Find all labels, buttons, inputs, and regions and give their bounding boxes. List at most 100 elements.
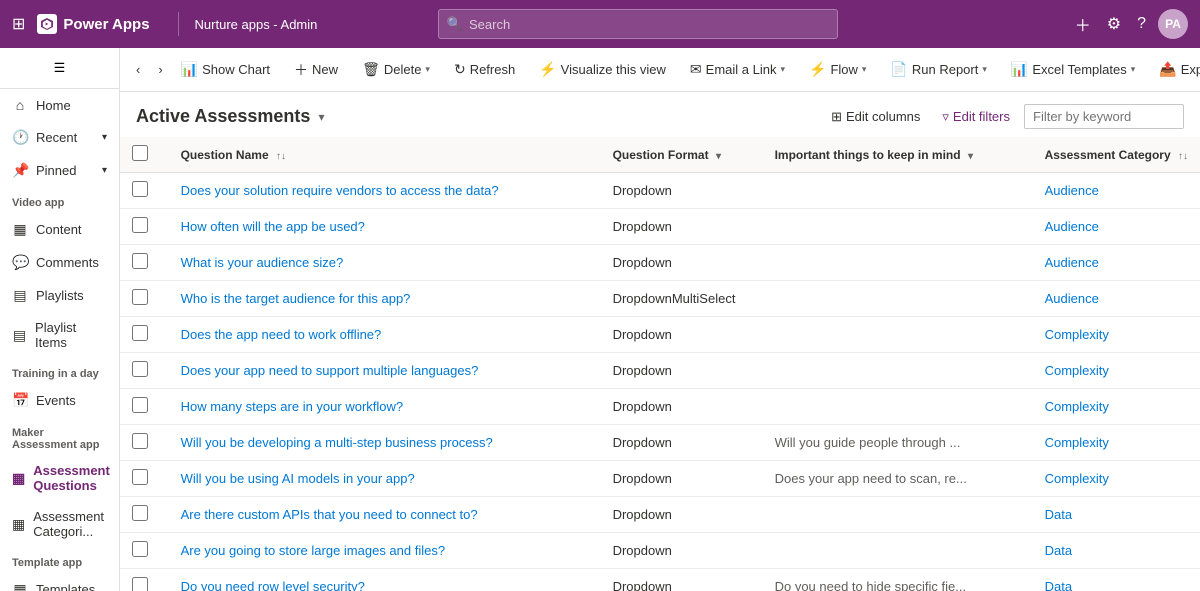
sidebar-item-assessment-questions[interactable]: ▦ Assessment Questions xyxy=(0,455,119,501)
add-icon-button[interactable]: ＋ xyxy=(1071,8,1095,40)
row-checkbox[interactable] xyxy=(132,541,148,557)
row-checkbox[interactable] xyxy=(132,217,148,233)
row-checkbox[interactable] xyxy=(132,181,148,197)
cell-assessment-category[interactable]: Audience xyxy=(1033,173,1200,209)
column-header-assessment-category[interactable]: Assessment Category ↑↓ xyxy=(1033,137,1200,173)
row-checkbox-cell[interactable] xyxy=(120,353,169,389)
cell-question-format: Dropdown xyxy=(601,569,763,591)
waffle-icon[interactable]: ⊞ xyxy=(12,14,25,34)
view-title-chevron-icon[interactable]: ▾ xyxy=(318,110,324,124)
forward-button[interactable]: › xyxy=(150,56,170,83)
cell-assessment-category[interactable]: Audience xyxy=(1033,209,1200,245)
edit-columns-button[interactable]: ⊞ Edit columns xyxy=(823,105,928,129)
refresh-button[interactable]: ↻ Refresh xyxy=(446,55,523,84)
cell-question-name[interactable]: How many steps are in your workflow? xyxy=(169,389,601,425)
cell-question-name[interactable]: Are you going to store large images and … xyxy=(169,533,601,569)
select-all-header[interactable] xyxy=(120,137,169,173)
cell-assessment-category[interactable]: Data xyxy=(1033,569,1200,591)
row-checkbox[interactable] xyxy=(132,325,148,341)
show-chart-label: Show Chart xyxy=(202,62,270,77)
row-checkbox-cell[interactable] xyxy=(120,533,169,569)
cell-assessment-category[interactable]: Complexity xyxy=(1033,353,1200,389)
cell-question-name[interactable]: Does your app need to support multiple l… xyxy=(169,353,601,389)
export-excel-label: Export to Excel xyxy=(1181,62,1200,77)
cell-question-name[interactable]: Will you be using AI models in your app? xyxy=(169,461,601,497)
cell-question-name[interactable]: What is your audience size? xyxy=(169,245,601,281)
row-checkbox-cell[interactable] xyxy=(120,425,169,461)
email-link-button[interactable]: ✉ Email a Link ▾ xyxy=(682,55,793,84)
sidebar-item-templates[interactable]: ▦ Templates xyxy=(0,573,119,591)
row-checkbox-cell[interactable] xyxy=(120,497,169,533)
select-all-checkbox[interactable] xyxy=(132,145,148,161)
search-input[interactable] xyxy=(469,17,829,32)
edit-filters-button[interactable]: ▿ Edit filters xyxy=(934,105,1018,129)
sidebar-item-pinned[interactable]: 📌 Pinned ▾ xyxy=(0,154,119,187)
delete-button[interactable]: 🗑 Delete ▾ xyxy=(354,55,438,84)
sidebar-item-label: Playlist Items xyxy=(35,320,107,350)
row-checkbox-cell[interactable] xyxy=(120,461,169,497)
topbar: ⊞ Power Apps Nurture apps - Admin 🔍 ＋ ⚙ … xyxy=(0,0,1200,48)
cell-question-name[interactable]: Who is the target audience for this app? xyxy=(169,281,601,317)
cell-assessment-category[interactable]: Data xyxy=(1033,533,1200,569)
comments-icon: 💬 xyxy=(12,254,28,271)
row-checkbox[interactable] xyxy=(132,505,148,521)
sidebar-item-assessment-categories[interactable]: ▦ Assessment Categori... xyxy=(0,501,119,547)
row-checkbox-cell[interactable] xyxy=(120,173,169,209)
cell-question-name[interactable]: Will you be developing a multi-step busi… xyxy=(169,425,601,461)
cell-assessment-category[interactable]: Complexity xyxy=(1033,317,1200,353)
cell-assessment-category[interactable]: Data xyxy=(1033,497,1200,533)
row-checkbox[interactable] xyxy=(132,289,148,305)
sidebar-item-home[interactable]: ⌂ Home xyxy=(0,89,119,121)
cell-assessment-category[interactable]: Audience xyxy=(1033,281,1200,317)
cell-assessment-category[interactable]: Complexity xyxy=(1033,425,1200,461)
sidebar-item-playlists[interactable]: ▤ Playlists xyxy=(0,279,119,312)
cell-question-name[interactable]: Does the app need to work offline? xyxy=(169,317,601,353)
run-report-button[interactable]: 📄 Run Report ▾ xyxy=(882,55,994,84)
cell-question-name[interactable]: Does your solution require vendors to ac… xyxy=(169,173,601,209)
row-checkbox[interactable] xyxy=(132,577,148,591)
sidebar-item-playlist-items[interactable]: ▤ Playlist Items xyxy=(0,312,119,358)
help-icon-button[interactable]: ? xyxy=(1133,11,1150,37)
row-checkbox[interactable] xyxy=(132,361,148,377)
filter-keyword-input[interactable] xyxy=(1024,104,1184,129)
row-checkbox-cell[interactable] xyxy=(120,389,169,425)
user-avatar[interactable]: PA xyxy=(1158,9,1188,39)
back-button[interactable]: ‹ xyxy=(128,56,148,83)
column-header-question-format[interactable]: Question Format ▾ xyxy=(601,137,763,173)
assessment-category-col-label: Assessment Category xyxy=(1045,148,1171,162)
show-chart-button[interactable]: 📊 Show Chart xyxy=(173,55,278,84)
cell-question-name[interactable]: Do you need row level security? xyxy=(169,569,601,591)
sidebar-item-events[interactable]: 📅 Events xyxy=(0,384,119,417)
command-bar: ‹ › 📊 Show Chart ＋ New 🗑 Delete ▾ ↻ xyxy=(120,48,1200,92)
cell-question-name[interactable]: Are there custom APIs that you need to c… xyxy=(169,497,601,533)
row-checkbox[interactable] xyxy=(132,433,148,449)
row-checkbox[interactable] xyxy=(132,397,148,413)
app-logo[interactable]: Power Apps xyxy=(37,14,149,34)
row-checkbox-cell[interactable] xyxy=(120,209,169,245)
row-checkbox[interactable] xyxy=(132,253,148,269)
export-to-excel-button[interactable]: 📤 Export to Excel ▾ xyxy=(1151,55,1200,84)
sidebar-toggle-button[interactable]: ☰ xyxy=(0,48,119,89)
new-button[interactable]: ＋ New xyxy=(286,54,346,86)
cell-assessment-category[interactable]: Complexity xyxy=(1033,389,1200,425)
visualize-view-button[interactable]: ⚡ Visualize this view xyxy=(531,55,674,84)
cell-important-things xyxy=(763,317,1033,353)
excel-templates-button[interactable]: 📊 Excel Templates ▾ xyxy=(1003,55,1143,84)
flow-button[interactable]: ⚡ Flow ▾ xyxy=(801,55,874,84)
table-row: Will you be using AI models in your app?… xyxy=(120,461,1200,497)
row-checkbox[interactable] xyxy=(132,469,148,485)
search-box[interactable]: 🔍 xyxy=(438,9,838,39)
cell-assessment-category[interactable]: Complexity xyxy=(1033,461,1200,497)
cell-assessment-category[interactable]: Audience xyxy=(1033,245,1200,281)
column-header-important-things[interactable]: Important things to keep in mind ▾ xyxy=(763,137,1033,173)
sidebar-item-comments[interactable]: 💬 Comments xyxy=(0,246,119,279)
row-checkbox-cell[interactable] xyxy=(120,317,169,353)
settings-icon-button[interactable]: ⚙ xyxy=(1103,10,1125,38)
cell-question-name[interactable]: How often will the app be used? xyxy=(169,209,601,245)
column-header-question-name[interactable]: Question Name ↑↓ xyxy=(169,137,601,173)
row-checkbox-cell[interactable] xyxy=(120,245,169,281)
row-checkbox-cell[interactable] xyxy=(120,569,169,591)
row-checkbox-cell[interactable] xyxy=(120,281,169,317)
sidebar-item-recent[interactable]: 🕐 Recent ▾ xyxy=(0,121,119,154)
sidebar-item-content[interactable]: ▦ Content xyxy=(0,213,119,246)
